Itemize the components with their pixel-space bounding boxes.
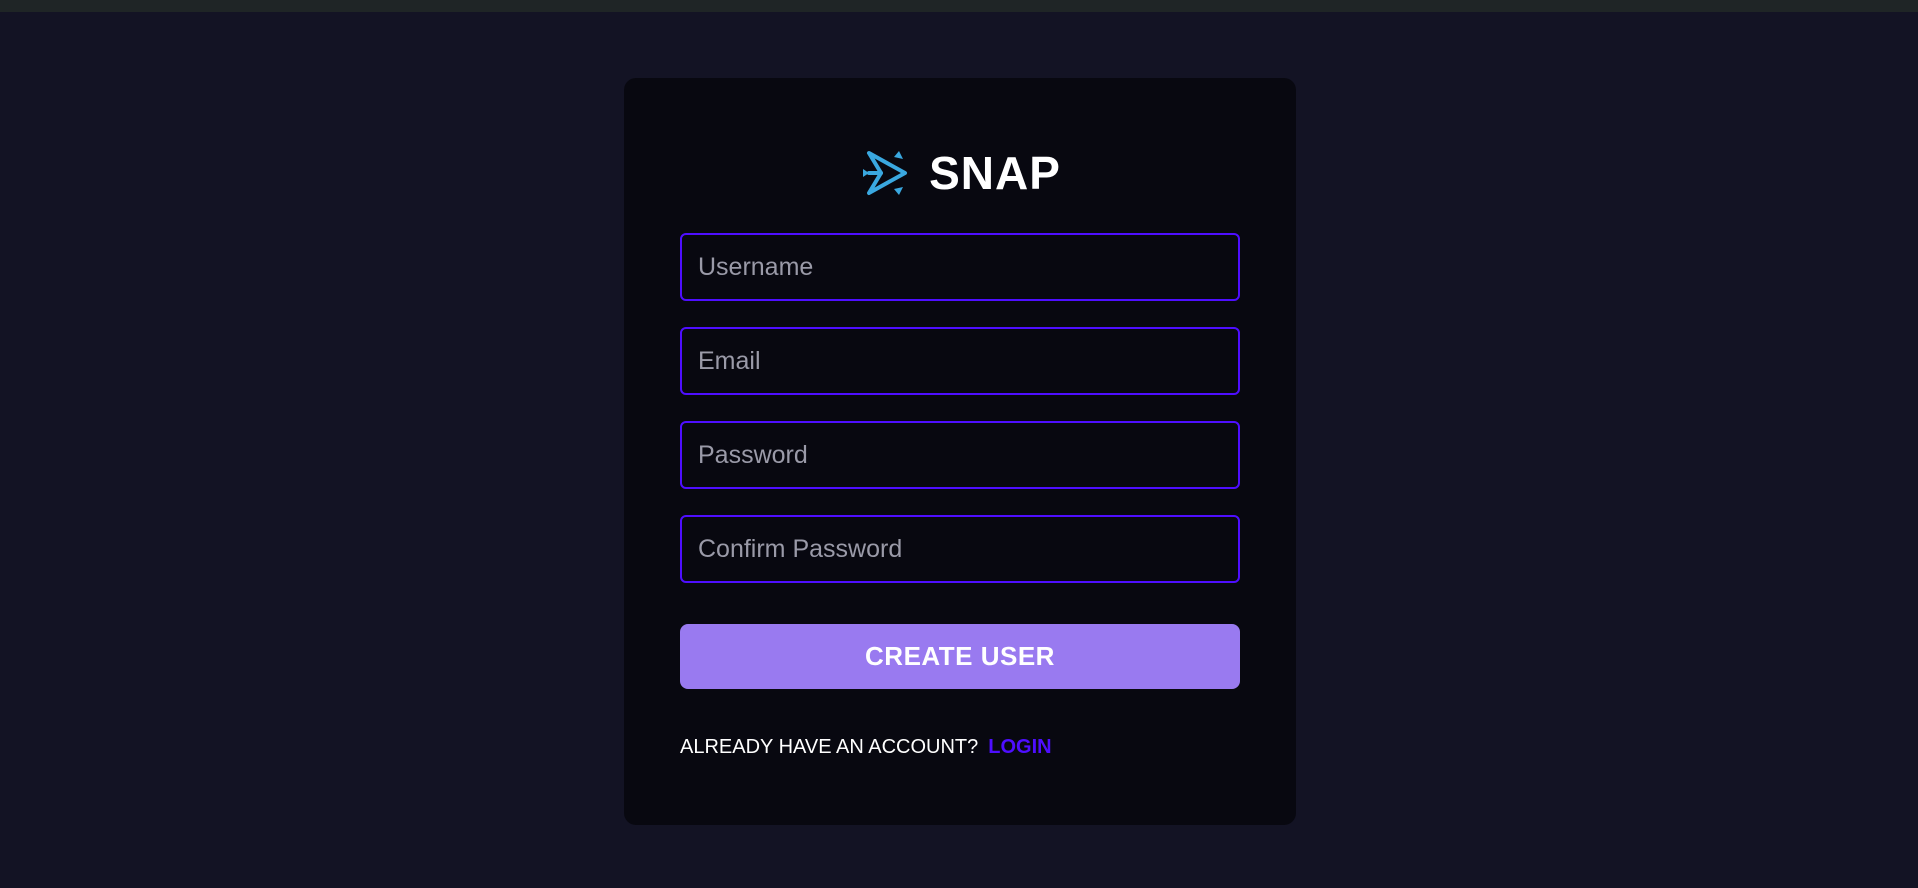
password-field[interactable] [680, 421, 1240, 489]
snap-arrow-logo-icon [863, 151, 908, 195]
confirm-password-field[interactable] [680, 515, 1240, 583]
username-field[interactable] [680, 233, 1240, 301]
brand: SNAP [624, 136, 1296, 210]
login-prompt-text: ALREADY HAVE AN ACCOUNT? [680, 735, 979, 758]
login-prompt: ALREADY HAVE AN ACCOUNT? LOGIN [680, 732, 1052, 762]
login-link[interactable]: LOGIN [988, 736, 1051, 759]
brand-name: SNAP [929, 147, 1061, 199]
email-field[interactable] [680, 327, 1240, 395]
register-card: SNAP CREATE USER ALREADY HAVE AN ACCOUNT… [624, 78, 1296, 825]
create-user-button[interactable]: CREATE USER [680, 624, 1240, 689]
top-strip [0, 0, 1918, 12]
